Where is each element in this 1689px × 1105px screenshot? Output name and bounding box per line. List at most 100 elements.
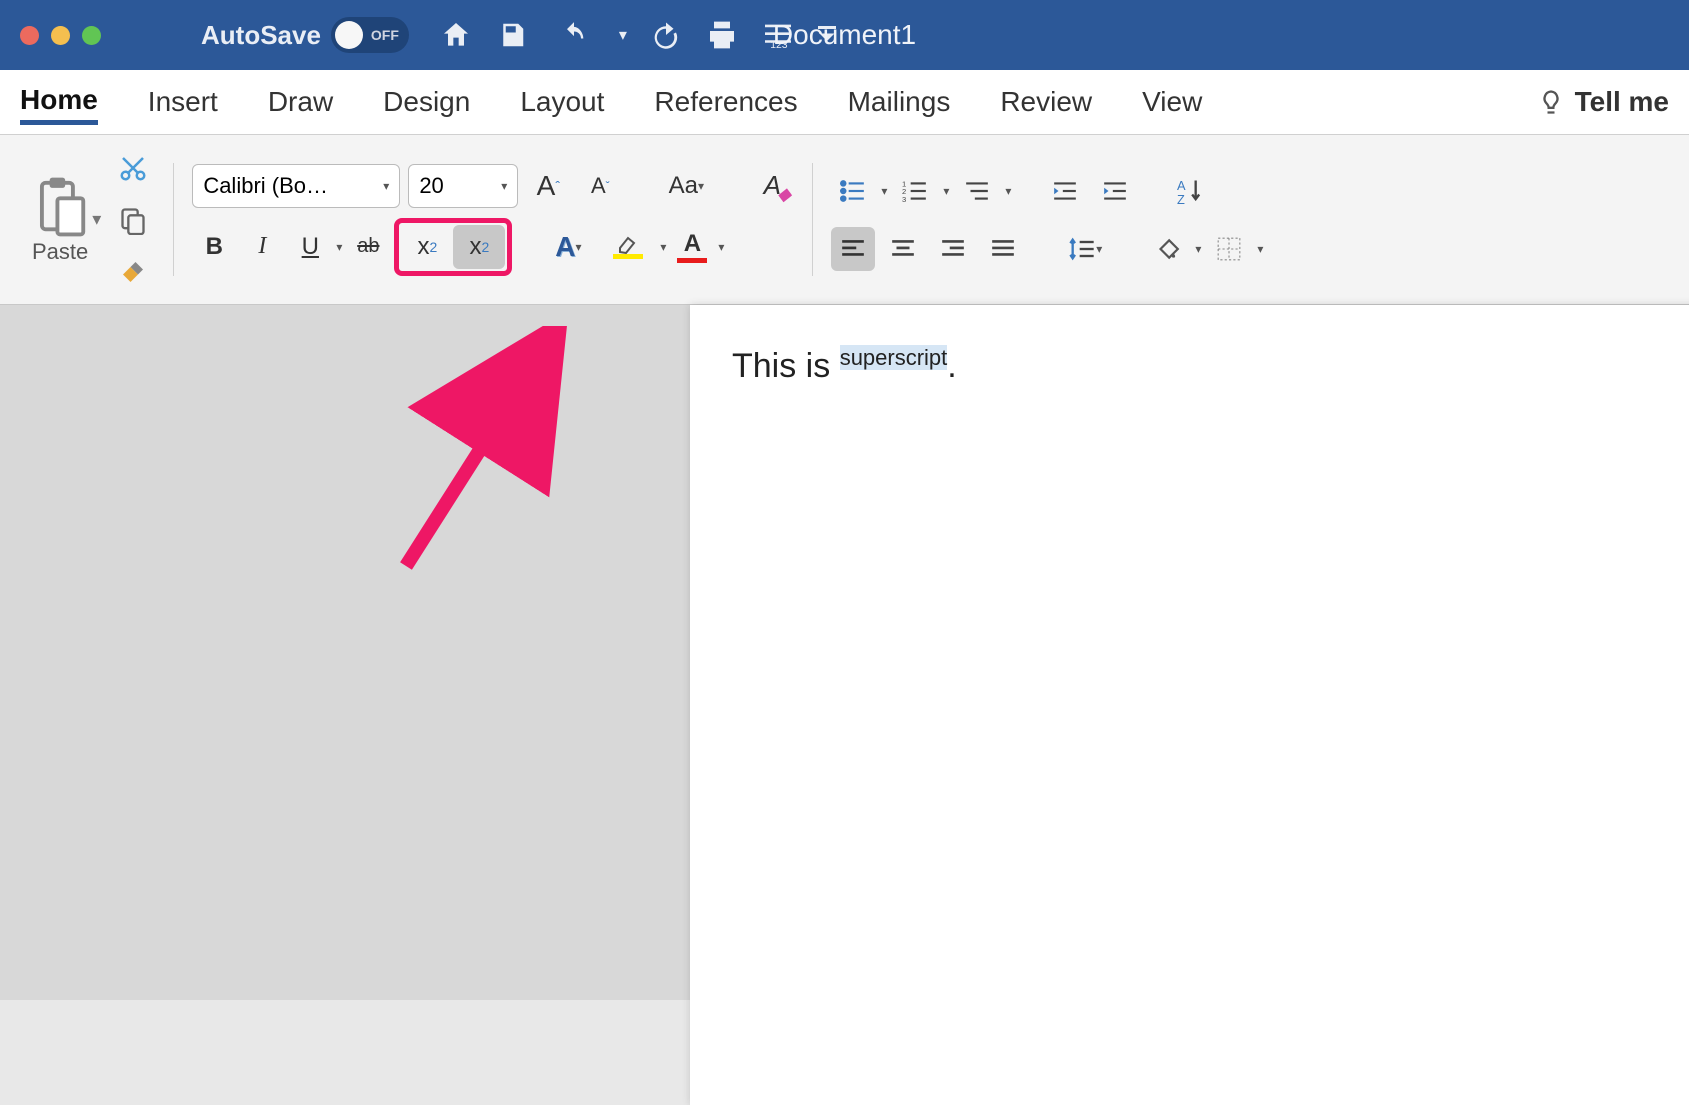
paste-dropdown-icon[interactable]: ▾ <box>92 209 101 230</box>
tab-layout[interactable]: Layout <box>520 82 604 122</box>
font-name-select[interactable]: Calibri (Bo… ▾ <box>192 164 400 208</box>
text-effects-button[interactable]: A ▾ <box>540 225 596 269</box>
document-text[interactable]: This is superscript. <box>732 346 957 387</box>
paste-label: Paste <box>32 239 88 265</box>
tab-insert[interactable]: Insert <box>148 82 218 122</box>
shading-button[interactable] <box>1145 227 1189 271</box>
cut-button[interactable] <box>111 146 155 190</box>
highlight-color-button[interactable] <box>600 225 656 269</box>
borders-button[interactable] <box>1207 227 1251 271</box>
borders-dropdown-icon[interactable]: ▾ <box>1257 242 1263 256</box>
save-icon[interactable] <box>495 18 529 52</box>
change-case-button[interactable]: Aa ▾ <box>658 164 714 208</box>
scissors-icon <box>118 153 148 183</box>
autosave-toggle[interactable]: OFF <box>331 17 409 53</box>
align-center-icon <box>890 239 916 259</box>
document-page[interactable]: This is superscript. <box>690 305 1689 1105</box>
document-title[interactable]: Document1 <box>773 19 916 51</box>
shading-dropdown-icon[interactable]: ▾ <box>1195 242 1201 256</box>
bullets-button[interactable] <box>831 169 875 213</box>
minimize-window-button[interactable] <box>51 26 70 45</box>
strikethrough-button[interactable]: ab <box>346 225 390 269</box>
font-size-value: 20 <box>419 173 443 199</box>
line-spacing-button[interactable]: ▾ <box>1057 227 1113 271</box>
tab-design[interactable]: Design <box>383 82 470 122</box>
indent-icon <box>1102 180 1128 202</box>
home-icon[interactable] <box>439 18 473 52</box>
autosave-label: AutoSave <box>201 20 321 51</box>
tab-home[interactable]: Home <box>20 80 98 125</box>
align-left-icon <box>840 239 866 259</box>
align-right-button[interactable] <box>931 227 975 271</box>
clipboard-side-buttons <box>111 146 155 294</box>
bullets-dropdown-icon[interactable]: ▾ <box>881 184 887 198</box>
decrease-indent-button[interactable] <box>1043 169 1087 213</box>
justify-icon <box>990 239 1016 259</box>
tab-review[interactable]: Review <box>1000 82 1092 122</box>
tab-draw[interactable]: Draw <box>268 82 333 122</box>
bullets-icon <box>840 180 866 202</box>
autosave-state: OFF <box>371 27 399 43</box>
justify-button[interactable] <box>981 227 1025 271</box>
underline-button[interactable]: U <box>288 225 332 269</box>
svg-text:3: 3 <box>902 194 906 201</box>
undo-icon[interactable] <box>551 18 597 52</box>
borders-icon <box>1216 236 1242 262</box>
tell-me-label: Tell me <box>1575 86 1669 118</box>
autosave-control[interactable]: AutoSave OFF <box>201 17 409 53</box>
underline-dropdown-icon[interactable]: ▾ <box>336 240 342 254</box>
paste-icon <box>33 175 87 237</box>
subscript-button[interactable]: x2 <box>401 225 453 269</box>
increase-indent-button[interactable] <box>1093 169 1137 213</box>
paste-button[interactable]: Paste <box>32 175 88 265</box>
highlight-dropdown-icon[interactable]: ▾ <box>660 240 666 254</box>
print-icon[interactable] <box>705 18 739 52</box>
annotation-highlight-box: x2 x2 <box>394 218 512 276</box>
font-size-select[interactable]: 20 ▾ <box>408 164 518 208</box>
font-color-button[interactable]: A <box>670 225 714 269</box>
close-window-button[interactable] <box>20 26 39 45</box>
font-group: Calibri (Bo… ▾ 20 ▾ Aˆ Aˇ Aa ▾ A◆ B I U … <box>180 145 806 294</box>
font-color-dropdown-icon[interactable]: ▾ <box>718 240 724 254</box>
align-center-button[interactable] <box>881 227 925 271</box>
align-left-button[interactable] <box>831 227 875 271</box>
undo-dropdown-icon[interactable]: ▾ <box>619 25 627 45</box>
selected-superscript-text: superscript <box>840 345 948 370</box>
decrease-font-size-button[interactable]: Aˇ <box>578 164 622 208</box>
numbering-dropdown-icon[interactable]: ▾ <box>943 184 949 198</box>
paragraph-group: ▾ 123 ▾ ▾ AZ <box>819 145 1275 294</box>
svg-text:A: A <box>1177 178 1186 193</box>
superscript-button[interactable]: x2 <box>453 225 505 269</box>
bold-button[interactable]: B <box>192 225 236 269</box>
multilevel-icon <box>964 180 990 202</box>
subscript-2: 2 <box>429 239 437 255</box>
maximize-window-button[interactable] <box>82 26 101 45</box>
tab-view[interactable]: View <box>1142 82 1202 122</box>
tell-me-search[interactable]: Tell me <box>1537 86 1669 118</box>
tab-references[interactable]: References <box>654 82 797 122</box>
italic-button[interactable]: I <box>240 225 284 269</box>
bucket-icon <box>1154 236 1180 262</box>
text-prefix: This is <box>732 347 840 385</box>
superscript-2: 2 <box>481 239 489 255</box>
tab-mailings[interactable]: Mailings <box>848 82 951 122</box>
numbering-button[interactable]: 123 <box>893 169 937 213</box>
sort-icon: AZ <box>1177 178 1205 204</box>
copy-button[interactable] <box>111 198 155 242</box>
redo-icon[interactable] <box>649 18 683 52</box>
clear-formatting-button[interactable]: A◆ <box>750 164 794 208</box>
multilevel-list-button[interactable] <box>955 169 999 213</box>
copy-icon <box>119 205 147 235</box>
title-bar: AutoSave OFF ▾ 123 Document1 <box>0 0 1689 70</box>
ribbon-tabs: Home Insert Draw Design Layout Reference… <box>0 70 1689 135</box>
multilevel-dropdown-icon[interactable]: ▾ <box>1005 184 1011 198</box>
increase-font-size-button[interactable]: Aˆ <box>526 164 570 208</box>
toggle-knob <box>335 21 363 49</box>
sort-button[interactable]: AZ <box>1169 169 1213 213</box>
highlighter-icon <box>616 234 640 254</box>
format-painter-button[interactable] <box>111 250 155 294</box>
subscript-x: x <box>417 233 429 261</box>
font-name-value: Calibri (Bo… <box>203 173 328 199</box>
window-controls <box>20 26 101 45</box>
document-area: This is superscript. <box>0 305 1689 1000</box>
